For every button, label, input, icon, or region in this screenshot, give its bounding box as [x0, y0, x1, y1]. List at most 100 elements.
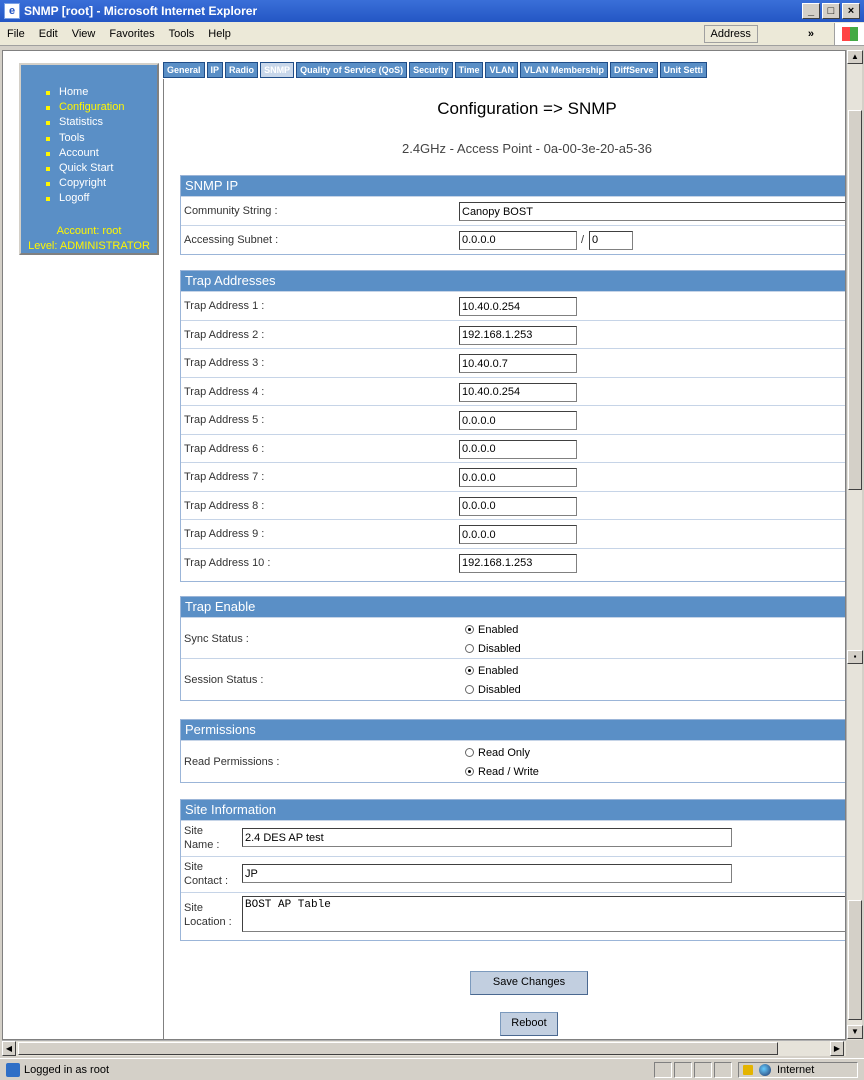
site-contact-label: Site Contact : — [184, 861, 229, 887]
nav-item-statistics[interactable]: Statistics — [43, 115, 157, 130]
permissions-header: Permissions — [181, 720, 845, 740]
scroll-split-icon[interactable]: ▪ — [847, 650, 863, 664]
tab-diffserve[interactable]: DiffServe — [610, 62, 658, 78]
address-label[interactable]: Address — [703, 24, 758, 43]
left-nav: Home Configuration Statistics Tools Acco… — [19, 63, 159, 255]
trap-address-input[interactable] — [459, 553, 577, 573]
menu-help[interactable]: Help — [201, 28, 238, 40]
session-disabled-radio[interactable]: Disabled — [465, 680, 521, 699]
site-contact-input[interactable] — [242, 864, 732, 883]
hscrollbar-thumb[interactable] — [18, 1042, 778, 1055]
status-cell — [654, 1061, 672, 1078]
main-panel: Configuration => SNMP 2.4GHz - Access Po… — [163, 79, 845, 1039]
trap-address-input[interactable] — [459, 354, 577, 373]
close-button[interactable]: × — [842, 3, 860, 19]
tab-security[interactable]: Security — [409, 62, 453, 78]
page-viewport: Home Configuration Statistics Tools Acco… — [2, 50, 846, 1040]
trap-address-label: Trap Address 9 : — [184, 528, 265, 540]
read-only-radio[interactable]: Read Only — [465, 743, 539, 762]
trap-address-input[interactable] — [459, 468, 577, 487]
maximize-button[interactable]: □ — [822, 3, 840, 19]
site-location-row: Site Location : BOST AP Table — [181, 892, 845, 938]
community-string-input[interactable] — [459, 202, 845, 221]
tab-vlan[interactable]: VLAN — [485, 62, 518, 78]
tab-snmp[interactable]: SNMP — [260, 62, 295, 78]
trap-address-input[interactable] — [459, 411, 577, 430]
trap-address-row: Trap Address 7 : — [181, 462, 845, 491]
reboot-button[interactable]: Reboot — [500, 1012, 558, 1036]
tab-qos[interactable]: Quality of Service (QoS) — [296, 62, 408, 78]
vertical-scrollbar[interactable]: ▲ ▪ ▼ — [846, 50, 863, 1040]
trap-address-label: Trap Address 8 : — [184, 499, 265, 512]
minimize-button[interactable]: _ — [802, 3, 820, 19]
menu-edit[interactable]: Edit — [32, 28, 65, 40]
community-label: Community String : — [184, 205, 278, 217]
scrollbar-thumb[interactable] — [848, 110, 862, 490]
status-cell — [674, 1061, 692, 1078]
nav-item-tools[interactable]: Tools — [43, 131, 157, 146]
trap-address-row: Trap Address 5 : — [181, 405, 845, 434]
trap-address-row: Trap Address 10 : — [181, 547, 845, 577]
site-location-textarea[interactable]: BOST AP Table — [242, 896, 845, 932]
window-titlebar: e SNMP [root] - Microsoft Internet Explo… — [0, 0, 864, 22]
trap-address-input[interactable] — [459, 525, 577, 544]
tab-ip[interactable]: IP — [206, 62, 224, 78]
trap-address-row: Trap Address 1 : — [181, 291, 845, 320]
page-title: Configuration => SNMP — [437, 99, 617, 118]
horizontal-scrollbar[interactable]: ◀ ▶ — [2, 1040, 846, 1056]
scroll-right-icon[interactable]: ▶ — [830, 1041, 844, 1056]
trap-address-input[interactable] — [459, 297, 577, 316]
permissions-section: Permissions Read Permissions : Read Only… — [180, 719, 845, 783]
site-information-section: Site Information SiteName : SiteContact … — [180, 799, 845, 941]
scroll-down-icon[interactable]: ▼ — [847, 1025, 863, 1039]
sync-disabled-radio[interactable]: Disabled — [465, 639, 521, 658]
tab-radio[interactable]: Radio — [225, 62, 259, 78]
toolbar-chevron[interactable]: » — [808, 28, 814, 40]
globe-icon — [759, 1063, 771, 1076]
menubar: File Edit View Favorites Tools Help Addr… — [0, 22, 864, 46]
snmp-ip-section: SNMP IP Community String : Accessing Sub… — [180, 175, 845, 255]
session-enabled-radio[interactable]: Enabled — [465, 661, 521, 680]
lock-icon — [743, 1064, 753, 1075]
menu-file[interactable]: File — [0, 28, 32, 40]
read-only-label: Read Only — [478, 746, 530, 759]
sync-enabled-radio[interactable]: Enabled — [465, 620, 521, 639]
scrollbar-thumb-lower[interactable] — [848, 900, 862, 1020]
nav-item-home[interactable]: Home — [43, 85, 157, 100]
tab-unit-settings[interactable]: Unit Setti — [659, 62, 708, 78]
status-cell — [714, 1061, 732, 1078]
trap-address-row: Trap Address 6 : — [181, 433, 845, 463]
page-subtitle: 2.4GHz - Access Point - 0a-00-3e-20-a5-3… — [401, 141, 652, 156]
tab-time[interactable]: Time — [454, 62, 484, 78]
accessing-subnet-input[interactable] — [459, 230, 577, 250]
nav-item-copyright[interactable]: Copyright — [43, 176, 157, 191]
radio-dot-icon — [465, 625, 474, 634]
radio-dot-icon — [465, 666, 474, 675]
trap-address-input[interactable] — [459, 382, 577, 402]
trap-address-input[interactable] — [459, 325, 577, 345]
trap-address-row: Trap Address 3 : — [181, 348, 845, 377]
trap-address-input[interactable] — [459, 496, 577, 516]
trap-address-input[interactable] — [459, 439, 577, 459]
config-tabs: General IP Radio SNMP Quality of Service… — [163, 62, 845, 80]
snmp-ip-header: SNMP IP — [181, 176, 845, 196]
menu-view[interactable]: View — [65, 28, 103, 40]
radio-dot-icon — [465, 748, 474, 757]
trap-address-row: Trap Address 8 : — [181, 490, 845, 520]
scroll-up-icon[interactable]: ▲ — [847, 50, 863, 64]
save-changes-button[interactable]: Save Changes — [470, 971, 588, 995]
nav-item-configuration[interactable]: Configuration — [43, 100, 157, 115]
scroll-left-icon[interactable]: ◀ — [2, 1041, 16, 1056]
nav-item-account[interactable]: Account — [43, 146, 157, 161]
nav-item-quick-start[interactable]: Quick Start — [43, 161, 157, 176]
site-location-label: Site Location : — [184, 902, 232, 928]
tab-vlan-membership[interactable]: VLAN Membership — [519, 62, 608, 78]
subnet-mask-input[interactable] — [589, 230, 633, 250]
menu-favorites[interactable]: Favorites — [102, 28, 161, 40]
radio-dot-icon — [465, 767, 474, 776]
nav-item-logoff[interactable]: Logoff — [43, 191, 157, 206]
menu-tools[interactable]: Tools — [162, 28, 202, 40]
tab-general[interactable]: General — [163, 62, 205, 78]
read-write-radio[interactable]: Read / Write — [465, 762, 539, 781]
site-name-input[interactable] — [242, 828, 732, 847]
